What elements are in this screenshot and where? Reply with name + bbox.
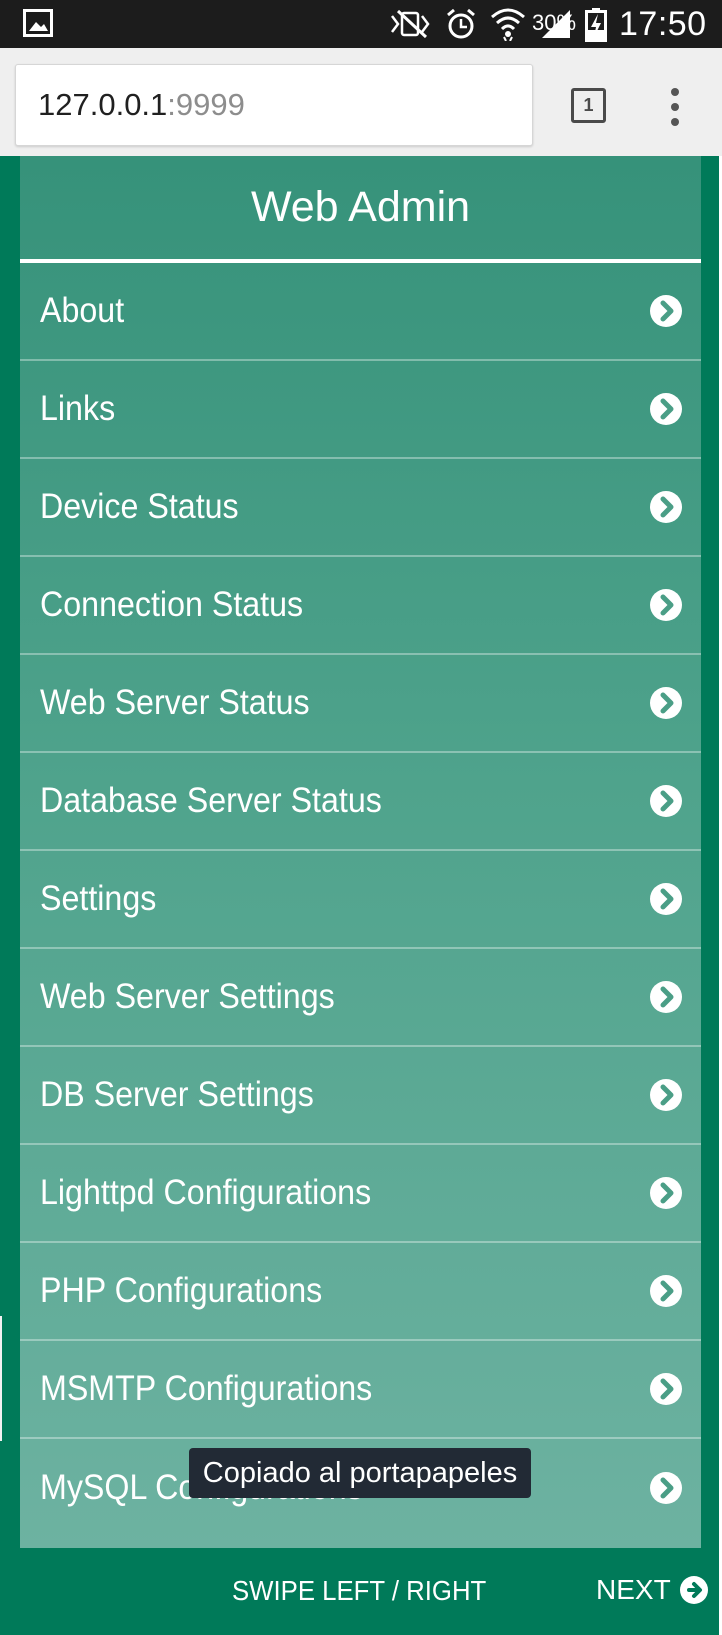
- next-button[interactable]: NEXT: [596, 1571, 709, 1609]
- edge-line: [0, 1316, 2, 1441]
- tab-count: 1: [583, 95, 594, 115]
- menu-item-label: PHP Configurations: [40, 1271, 323, 1310]
- swipe-hint: SWIPE LEFT / RIGHT: [232, 1575, 487, 1606]
- next-label: NEXT: [596, 1574, 671, 1605]
- menu-item-label: About: [40, 291, 125, 330]
- url-bar[interactable]: 127.0.0.1:9999: [15, 64, 533, 146]
- menu-item[interactable]: Device Status: [20, 459, 701, 557]
- overflow-menu-icon[interactable]: [664, 86, 686, 128]
- menu-item[interactable]: Links: [20, 361, 701, 459]
- alarm-icon: [447, 8, 475, 39]
- browser-toolbar: 127.0.0.1:9999 1: [0, 48, 722, 156]
- bluetooth-vibrate-icon: [391, 9, 430, 39]
- menu-item-label: MSMTP Configurations: [40, 1369, 373, 1408]
- menu-item[interactable]: Database Server Status: [20, 753, 701, 851]
- url-host: 127.0.0.1: [38, 87, 168, 122]
- menu-item-label: Settings: [40, 879, 157, 918]
- menu-item-label: Device Status: [40, 487, 239, 526]
- panel-header: Web Admin: [20, 156, 701, 263]
- chevron-right-circle-icon: [650, 491, 682, 523]
- chevron-right-circle-icon: [650, 393, 682, 425]
- battery-percent: 30%: [532, 10, 577, 35]
- page-title: Web Admin: [250, 183, 471, 231]
- toast-notification: Copiado al portapapeles: [189, 1448, 531, 1498]
- menu-item-label: DB Server Settings: [40, 1075, 314, 1114]
- menu-item[interactable]: Lighttpd Configurations: [20, 1145, 701, 1243]
- menu-item[interactable]: Connection Status: [20, 557, 701, 655]
- menu-item[interactable]: DB Server Settings: [20, 1047, 701, 1145]
- clock: 17:50: [619, 5, 707, 43]
- url-port: :9999: [167, 87, 245, 122]
- menu-list: About Links Device Status Connection Status…: [20, 263, 701, 1537]
- chevron-right-circle-icon: [650, 589, 682, 621]
- chevron-right-circle-icon: [650, 883, 682, 915]
- chevron-right-circle-icon: [679, 1576, 708, 1604]
- footer-nav: SWIPE LEFT / RIGHT NEXT: [0, 1548, 722, 1635]
- chevron-right-circle-icon: [650, 1275, 682, 1307]
- menu-item[interactable]: PHP Configurations: [20, 1243, 701, 1341]
- chevron-right-circle-icon: [650, 1079, 682, 1111]
- menu-item-label: Web Server Settings: [40, 977, 335, 1016]
- menu-item-label: Lighttpd Configurations: [40, 1173, 372, 1212]
- page-background: Web Admin About Links Device Status Connect…: [0, 156, 722, 1635]
- menu-item-label: Links: [40, 389, 116, 428]
- menu-item[interactable]: Settings: [20, 851, 701, 949]
- chevron-right-circle-icon: [650, 981, 682, 1013]
- gallery-icon: [23, 9, 53, 37]
- menu-item[interactable]: Web Server Settings: [20, 949, 701, 1047]
- chevron-right-circle-icon: [650, 687, 682, 719]
- menu-item[interactable]: Web Server Status: [20, 655, 701, 753]
- chevron-right-circle-icon: [650, 1177, 682, 1209]
- tab-switcher-button[interactable]: 1: [571, 88, 606, 123]
- menu-item[interactable]: About: [20, 263, 701, 361]
- menu-item-label: Database Server Status: [40, 781, 382, 820]
- status-bar: 30% 17:50: [0, 0, 722, 48]
- menu-item-label: Web Server Status: [40, 683, 310, 722]
- chevron-right-circle-icon: [650, 785, 682, 817]
- chevron-right-circle-icon: [650, 1373, 682, 1405]
- menu-item[interactable]: MSMTP Configurations: [20, 1341, 701, 1439]
- menu-panel: Web Admin About Links Device Status Connect…: [20, 156, 701, 1548]
- battery-charging-icon: [585, 8, 607, 42]
- menu-item-label: Connection Status: [40, 585, 304, 624]
- toast-message: Copiado al portapapeles: [202, 1456, 518, 1489]
- chevron-right-circle-icon: [650, 1472, 682, 1504]
- wifi-icon: [491, 8, 525, 41]
- chevron-right-circle-icon: [650, 295, 682, 327]
